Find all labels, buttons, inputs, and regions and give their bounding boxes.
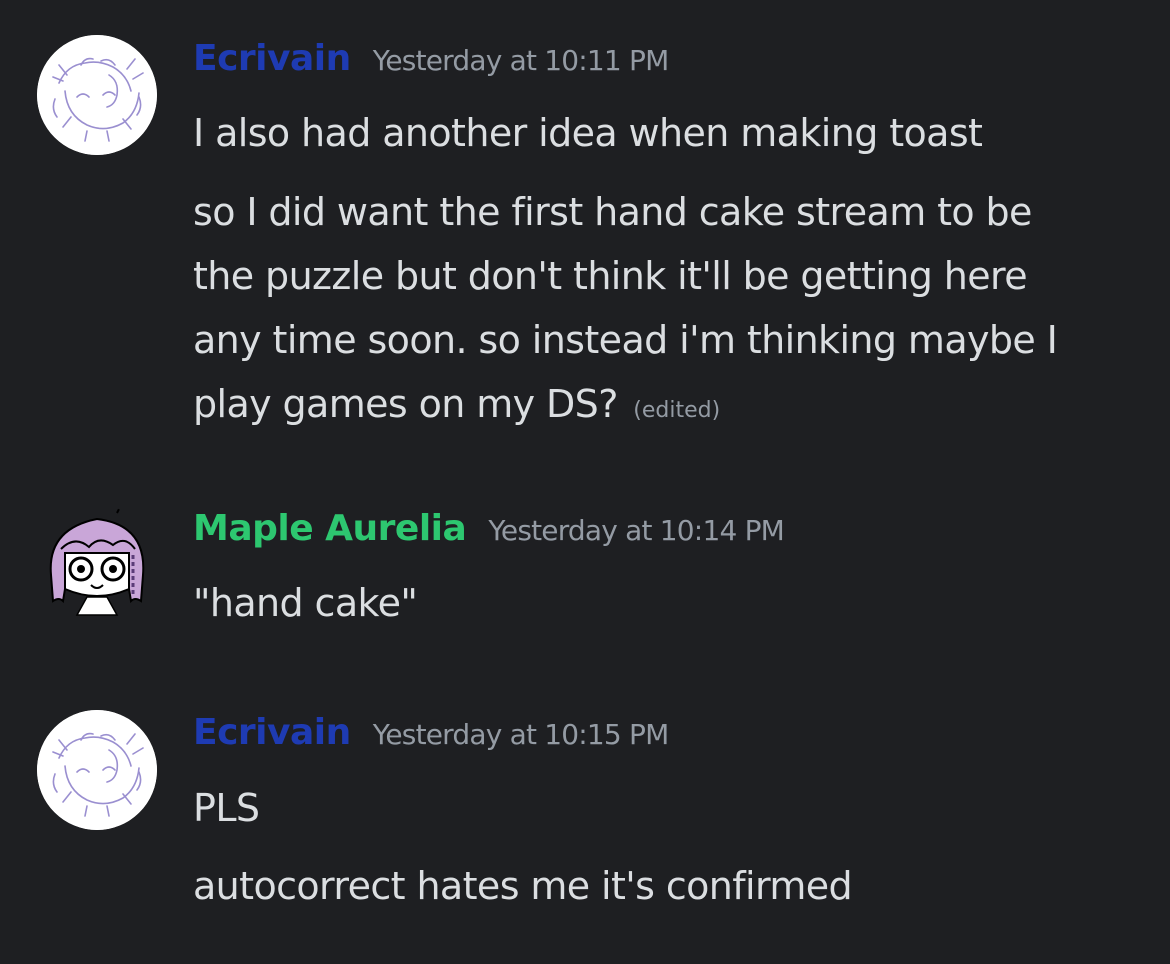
message-text: any time soon. so instead i'm thinking m… — [193, 318, 1058, 362]
message-text: play games on my DS? — [193, 382, 618, 426]
timestamp: Yesterday at 10:11 PM — [372, 44, 670, 77]
message-text: "hand cake" — [193, 581, 418, 625]
sketch-avatar-icon — [37, 35, 157, 155]
chibi-avatar-icon — [49, 505, 145, 616]
user-avatar[interactable] — [37, 35, 157, 155]
message-text: autocorrect hates me it's confirmed — [193, 864, 853, 908]
user-avatar[interactable] — [37, 505, 157, 625]
message-text: so I did want the first hand cake stream… — [193, 190, 1032, 234]
message-text: PLS — [193, 786, 260, 830]
message-text: I also had another idea when making toas… — [193, 111, 983, 155]
username[interactable]: Ecrivain — [193, 38, 351, 79]
message-header: Maple Aurelia Yesterday at 10:14 PM — [193, 508, 785, 549]
username[interactable]: Ecrivain — [193, 712, 351, 753]
message-header: Ecrivain Yesterday at 10:15 PM — [193, 712, 670, 753]
timestamp: Yesterday at 10:14 PM — [488, 514, 785, 547]
username[interactable]: Maple Aurelia — [193, 508, 467, 549]
message-text-last: play games on my DS? (edited) — [193, 372, 1133, 443]
timestamp: Yesterday at 10:15 PM — [372, 718, 670, 751]
edited-label: (edited) — [633, 398, 721, 423]
user-avatar[interactable] — [37, 710, 157, 830]
message-text: the puzzle but don't think it'll be gett… — [193, 254, 1028, 298]
sketch-avatar-icon — [37, 710, 157, 830]
message-header: Ecrivain Yesterday at 10:11 PM — [193, 38, 670, 79]
